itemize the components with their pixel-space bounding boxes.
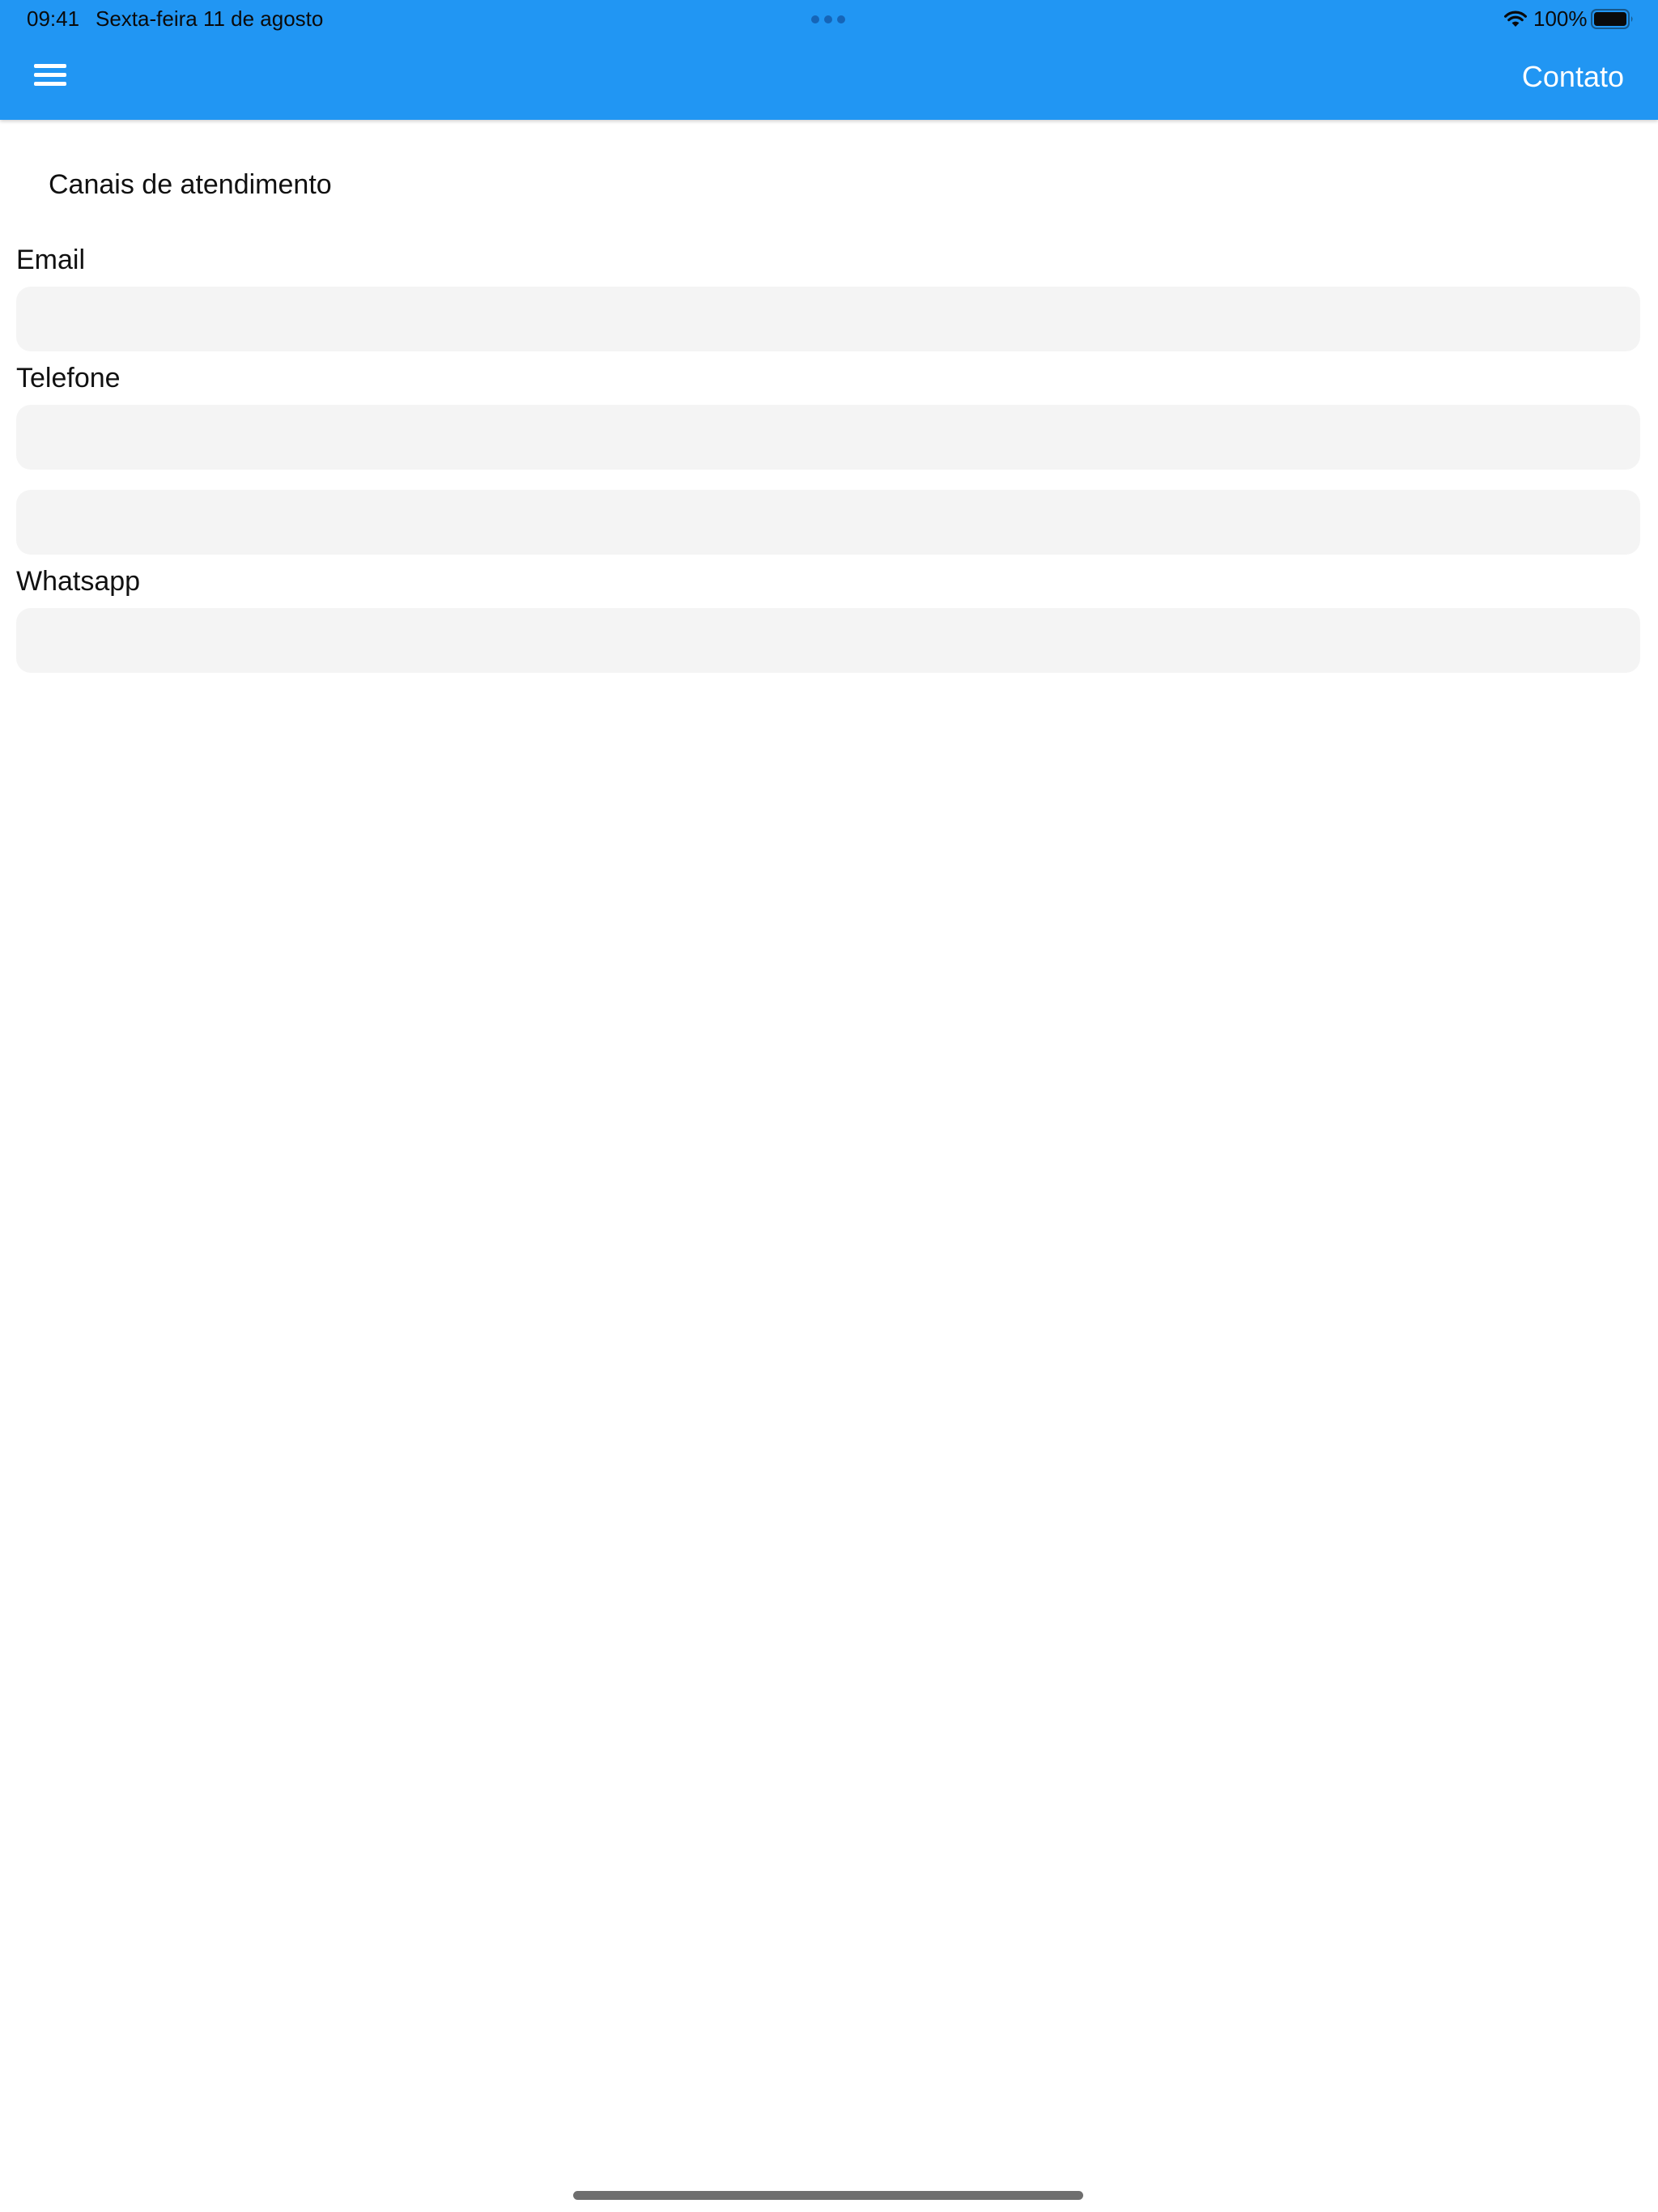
home-indicator[interactable] bbox=[573, 2191, 1083, 2200]
page-title: Contato bbox=[1521, 60, 1624, 93]
battery-icon bbox=[1591, 9, 1633, 29]
contact-screen: 09:41 Sexta-feira 11 de agosto 100% Cont… bbox=[0, 0, 1658, 2212]
status-date: Sexta-feira 11 de agosto bbox=[96, 6, 324, 31]
telefone-label: Telefone bbox=[16, 363, 121, 393]
telefone-field[interactable] bbox=[16, 405, 1640, 470]
email-label: Email bbox=[16, 245, 86, 275]
app-header: 09:41 Sexta-feira 11 de agosto 100% Cont… bbox=[0, 0, 1658, 120]
whatsapp-label: Whatsapp bbox=[16, 566, 141, 597]
status-time: 09:41 bbox=[27, 6, 80, 31]
wifi-icon bbox=[1504, 11, 1527, 27]
multitask-dots-icon[interactable] bbox=[811, 15, 845, 23]
whatsapp-field[interactable] bbox=[16, 608, 1640, 673]
telefone-secondary-field[interactable] bbox=[16, 490, 1640, 555]
menu-button[interactable] bbox=[24, 52, 76, 100]
email-field[interactable] bbox=[16, 287, 1640, 351]
section-heading: Canais de atendimento bbox=[49, 169, 332, 200]
battery-percent: 100% bbox=[1533, 6, 1588, 31]
hamburger-menu-icon bbox=[34, 64, 66, 68]
